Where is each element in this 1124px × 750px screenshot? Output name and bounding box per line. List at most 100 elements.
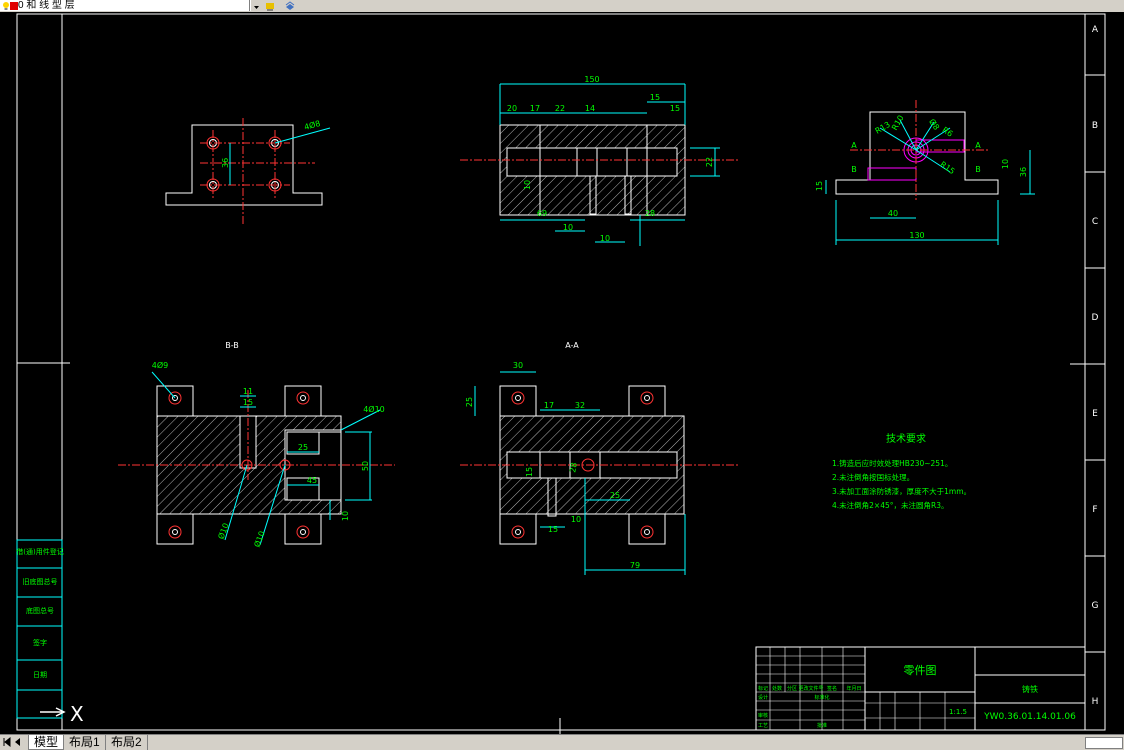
dim-14: 14 (585, 104, 595, 113)
dim-17-aa: 17 (544, 401, 554, 410)
view-section-aa: A-A 30 25 17 32 15 28 25 15 10 79 (460, 341, 740, 575)
dim-25-aa: 25 (465, 397, 474, 407)
layer-name: 0 和 线 型 层 (18, 0, 75, 11)
left-registration-panel (16, 539, 63, 719)
dim-4phi9: 4Ø9 (152, 360, 168, 370)
dim-4phi8: 4Ø8 (303, 118, 322, 132)
dim-10-aa: 10 (571, 515, 581, 524)
dim-22h: 22 (705, 157, 714, 167)
drawing-frame (16, 13, 1106, 731)
tab-layout2-label: 布局2 (111, 735, 142, 749)
title-row-11: 批准 (817, 722, 827, 729)
label-b-left: B (851, 165, 857, 174)
tech-req-item-2: 2.未注倒角按国标处理。 (832, 472, 914, 482)
tab-layout1[interactable]: 布局1 (64, 735, 106, 750)
dim-15b: 15 (670, 104, 680, 113)
dim-15-right: 15 (815, 181, 824, 191)
dim-15-bb: 15 (243, 398, 253, 407)
layer-stack-icon[interactable] (285, 1, 295, 11)
dim-28: 28 (645, 209, 655, 218)
left-panel-label-4: 签字 (33, 638, 47, 647)
zone-letter-c: C (1092, 217, 1098, 227)
dim-130: 130 (909, 231, 924, 240)
dim-15v-aa: 15 (525, 467, 534, 477)
dim-36-left: 36 (221, 158, 230, 168)
layer-dropdown-arrow[interactable] (250, 0, 262, 11)
title-scale: 1:1.5 (949, 708, 967, 716)
title-part-name: 零件图 (904, 664, 937, 677)
dim-10a: 10 (563, 223, 573, 232)
dim-25b-aa: 25 (610, 491, 620, 500)
title-row-8: 标准化 (814, 694, 829, 701)
tab-layout1-label: 布局1 (69, 735, 100, 749)
title-row-4: 更改文件号 (798, 685, 823, 692)
dim-15a: 15 (650, 93, 660, 102)
dim-10v: 10 (523, 180, 532, 190)
left-panel-label-2: 旧底图总号 (23, 577, 58, 586)
zone-letter-g: G (1092, 601, 1099, 611)
tab-model[interactable]: 模型 (28, 735, 65, 750)
dim-28-aa: 28 (568, 462, 579, 474)
dim-15-aa: 15 (548, 525, 558, 534)
dim-32-aa: 32 (575, 401, 585, 410)
dim-45-bb: 45 (307, 476, 317, 485)
view-top-right: R13 R10 Ø8 R6 R15 15 40 130 10 36 A A B … (815, 100, 1035, 245)
dim-phi10b: Ø10 (252, 530, 267, 549)
dim-11: 11 (243, 387, 253, 396)
zone-letter-e: E (1092, 409, 1098, 419)
view-top-center: 150 20 17 22 14 15 15 22 69 28 10 10 10 (460, 75, 740, 246)
tab-prev-button[interactable] (13, 736, 23, 748)
section-aa-label: A-A (565, 341, 579, 350)
left-panel-label-3: 底图总号 (26, 606, 54, 615)
view-top-left: 4Ø8 36 (165, 118, 331, 225)
title-row-3: 分区 (787, 685, 797, 692)
label-b-right: B (975, 165, 981, 174)
dim-phi10a: Ø10 (216, 522, 231, 541)
zone-letter-h: H (1092, 697, 1099, 707)
title-row-1: 标记 (758, 685, 768, 692)
title-row-10: 工艺 (758, 723, 768, 729)
layout-tab-bar: 模型 布局1 布局2 (0, 734, 1124, 750)
layer-dropdown[interactable]: 0 和 线 型 层 (0, 0, 250, 11)
dim-30-aa: 30 (513, 361, 523, 370)
dim-10b: 10 (600, 234, 610, 243)
dim-10-right: 10 (1001, 159, 1010, 169)
zone-letter-b: B (1092, 121, 1098, 131)
dim-r15: R15 (938, 160, 956, 176)
label-a-right: A (975, 141, 981, 150)
view-section-bb: B-B 4Ø9 11 15 4Ø10 25 45 50 10 Ø10 Ø10 (118, 341, 395, 548)
nav-prev-icon (15, 738, 20, 746)
technical-requirements: 技术要求 1.铸造后应时效处理HB230~251。 2.未注倒角按国标处理。 3… (832, 432, 971, 510)
title-material: 铸铁 (1022, 684, 1038, 694)
dim-25-bb: 25 (298, 443, 308, 452)
dim-4phi10: 4Ø10 (363, 404, 385, 414)
zone-grid (1070, 74, 1105, 653)
zone-letter-a: A (1092, 25, 1099, 35)
dim-17: 17 (530, 104, 540, 113)
dim-10-bb: 10 (341, 511, 350, 521)
tech-req-item-3: 3.未加工面涂防锈漆，厚度不大于1mm。 (832, 486, 971, 496)
model-space-canvas[interactable]: A B C D E F G H 借(通)用件登记 旧底图总号 底图总号 签字 日… (0, 12, 1124, 734)
dim-r6: R6 (940, 125, 954, 138)
left-panel-label-5: 日期 (33, 671, 47, 679)
tab-first-button[interactable] (2, 736, 12, 748)
tech-req-title: 技术要求 (886, 432, 926, 445)
horizontal-scrollbar[interactable] (1085, 737, 1123, 749)
title-row-2: 处数 (772, 685, 782, 692)
tech-req-item-4: 4.未注倒角2×45°，未注圆角R3。 (832, 500, 949, 510)
dim-36-right: 36 (1019, 167, 1028, 177)
title-drawing-no: YW0.36.01.14.01.06 (983, 712, 1076, 722)
dim-40: 40 (888, 209, 898, 218)
title-row-9: 审核 (758, 712, 768, 719)
zone-letter-f: F (1092, 505, 1097, 515)
zone-letter-d: D (1092, 313, 1099, 323)
dim-20: 20 (507, 104, 517, 113)
title-row-5: 签名 (827, 685, 837, 692)
ucs-x-label: X (70, 702, 84, 726)
layer-toolbar: 0 和 线 型 层 (0, 0, 1124, 12)
dim-79-aa: 79 (630, 561, 640, 570)
title-row-7: 设计 (758, 694, 768, 701)
tab-layout2[interactable]: 布局2 (106, 735, 148, 750)
tech-req-item-1: 1.铸造后应时效处理HB230~251。 (832, 458, 952, 468)
layer-manager-icon[interactable] (265, 1, 275, 11)
